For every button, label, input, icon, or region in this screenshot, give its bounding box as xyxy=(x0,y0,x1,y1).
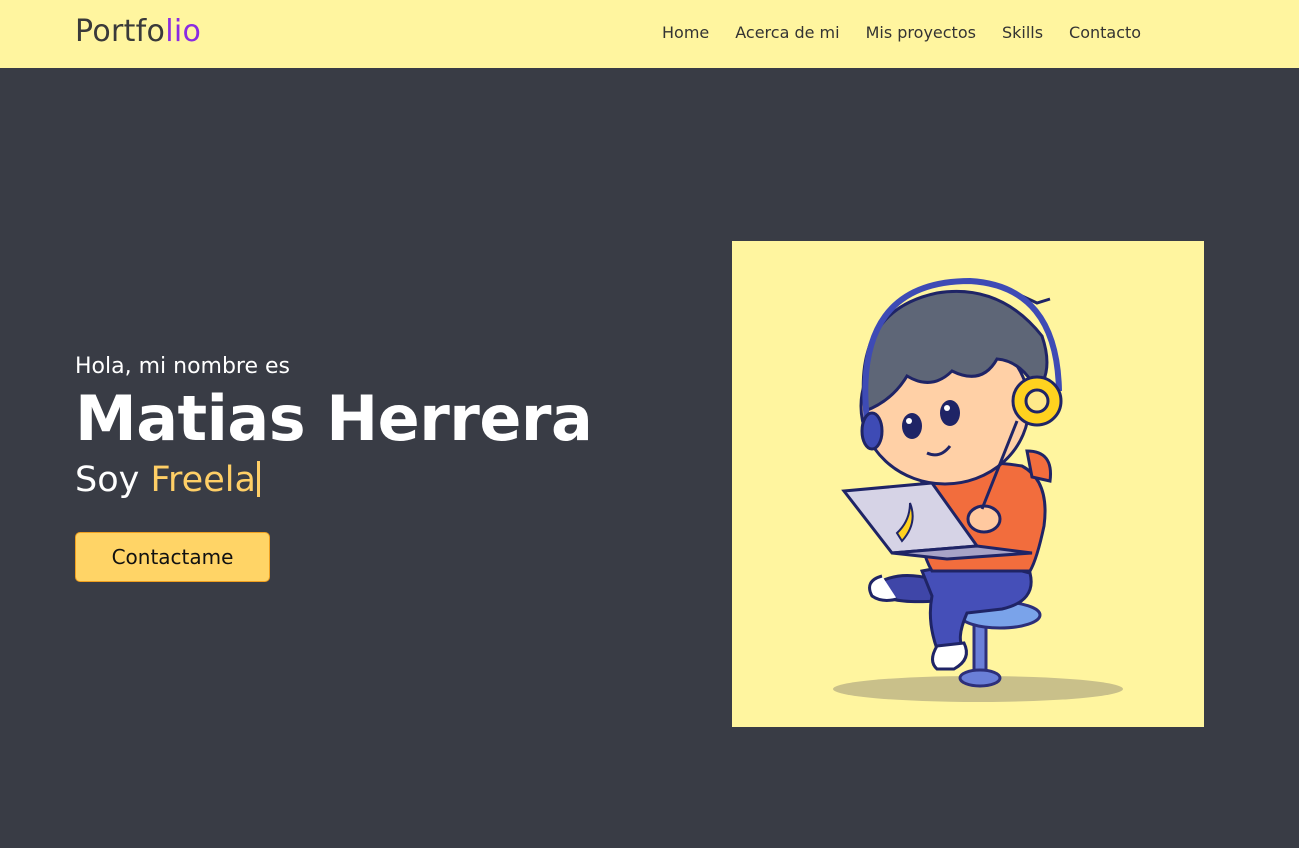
hero-role: Soy Freela xyxy=(75,458,592,502)
role-typed: Freela xyxy=(150,460,256,500)
typing-cursor xyxy=(256,461,260,497)
nav-projects[interactable]: Mis proyectos xyxy=(866,22,976,44)
boy-with-headphones-and-laptop-icon xyxy=(833,277,1123,702)
hero-greeting: Hola, mi nombre es xyxy=(75,354,291,379)
navbar: Portfolio Home Acerca de mi Mis proyecto… xyxy=(0,0,1299,68)
logo-main: Portfo xyxy=(75,14,166,49)
hero-illustration xyxy=(732,241,1204,727)
logo[interactable]: Portfolio xyxy=(75,14,201,49)
logo-accent: lio xyxy=(165,14,202,49)
main-nav: Home Acerca de mi Mis proyectos Skills C… xyxy=(662,22,1167,44)
nav-contact[interactable]: Contacto xyxy=(1069,22,1141,44)
nav-skills[interactable]: Skills xyxy=(1002,22,1043,44)
hero-name: Matias Herrera xyxy=(75,382,593,455)
role-prefix: Soy xyxy=(75,460,151,500)
hero-text: Hola, mi nombre es Matias Herrera Soy Fr… xyxy=(75,352,593,502)
nav-about[interactable]: Acerca de mi xyxy=(735,22,839,44)
nav-home[interactable]: Home xyxy=(662,22,709,44)
contact-button[interactable]: Contactame xyxy=(75,532,270,582)
